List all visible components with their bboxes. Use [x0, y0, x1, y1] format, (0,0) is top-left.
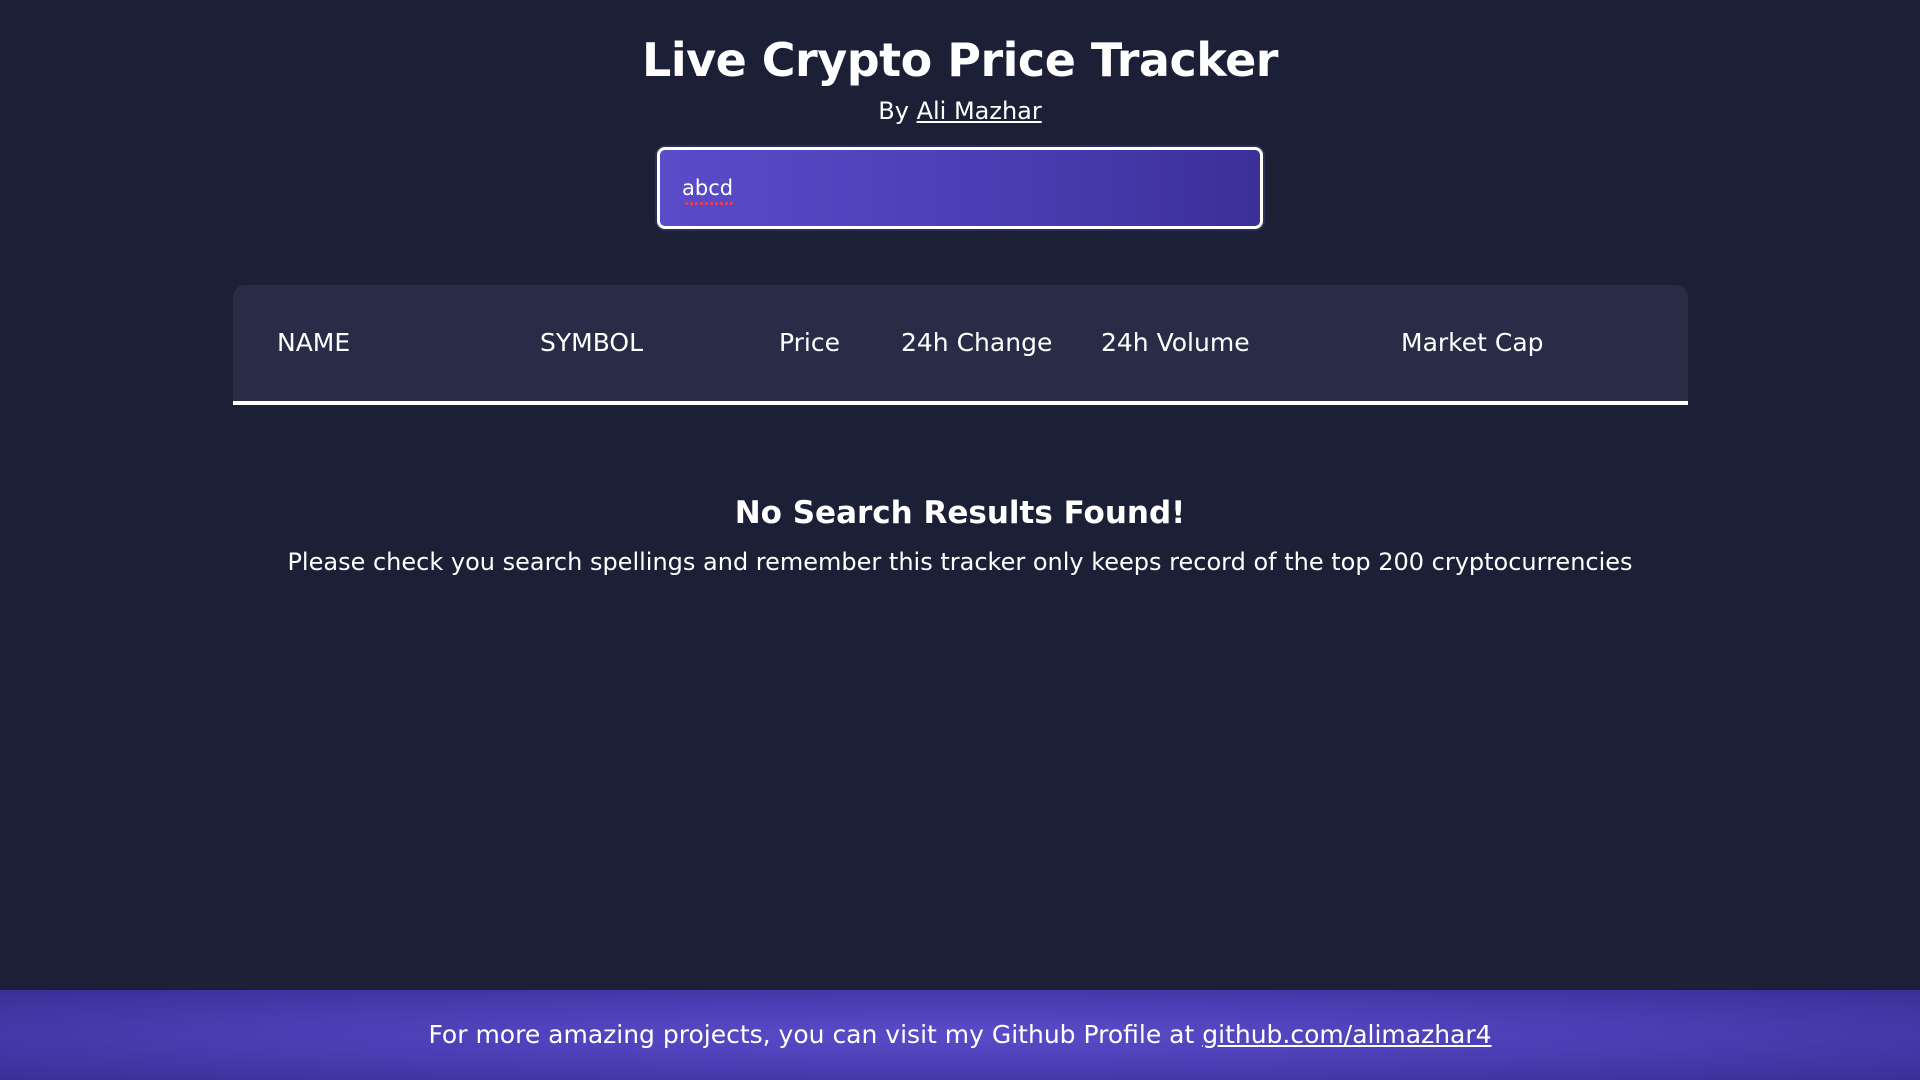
empty-state-title: No Search Results Found!: [734, 495, 1186, 531]
column-header-price: Price: [779, 328, 840, 357]
page-title: Live Crypto Price Tracker: [642, 33, 1278, 87]
header: Live Crypto Price Tracker By Ali Mazhar: [0, 28, 1920, 128]
column-header-24h-change: 24h Change: [901, 328, 1053, 357]
author-link[interactable]: Ali Mazhar: [917, 97, 1042, 125]
column-header-symbol: SYMBOL: [540, 328, 644, 357]
search-box: [657, 147, 1263, 229]
empty-state: No Search Results Found! Please check yo…: [0, 493, 1920, 579]
column-header-market-cap: Market Cap: [1401, 328, 1544, 357]
github-profile-link[interactable]: github.com/alimazhar4: [1202, 1020, 1491, 1049]
footer-text: For more amazing projects, you can visit…: [428, 1020, 1195, 1049]
footer: For more amazing projects, you can visit…: [0, 990, 1920, 1080]
search-input[interactable]: [660, 150, 1260, 226]
byline-prefix: By: [878, 97, 909, 125]
page: Live Crypto Price Tracker By Ali Mazhar …: [0, 0, 1920, 1080]
byline: By Ali Mazhar: [0, 94, 1920, 128]
table-header: NAME SYMBOL Price 24h Change 24h Volume …: [233, 285, 1688, 405]
column-header-24h-volume: 24h Volume: [1101, 328, 1250, 357]
empty-state-message: Please check you search spellings and re…: [287, 548, 1633, 576]
column-header-name: NAME: [277, 328, 351, 357]
